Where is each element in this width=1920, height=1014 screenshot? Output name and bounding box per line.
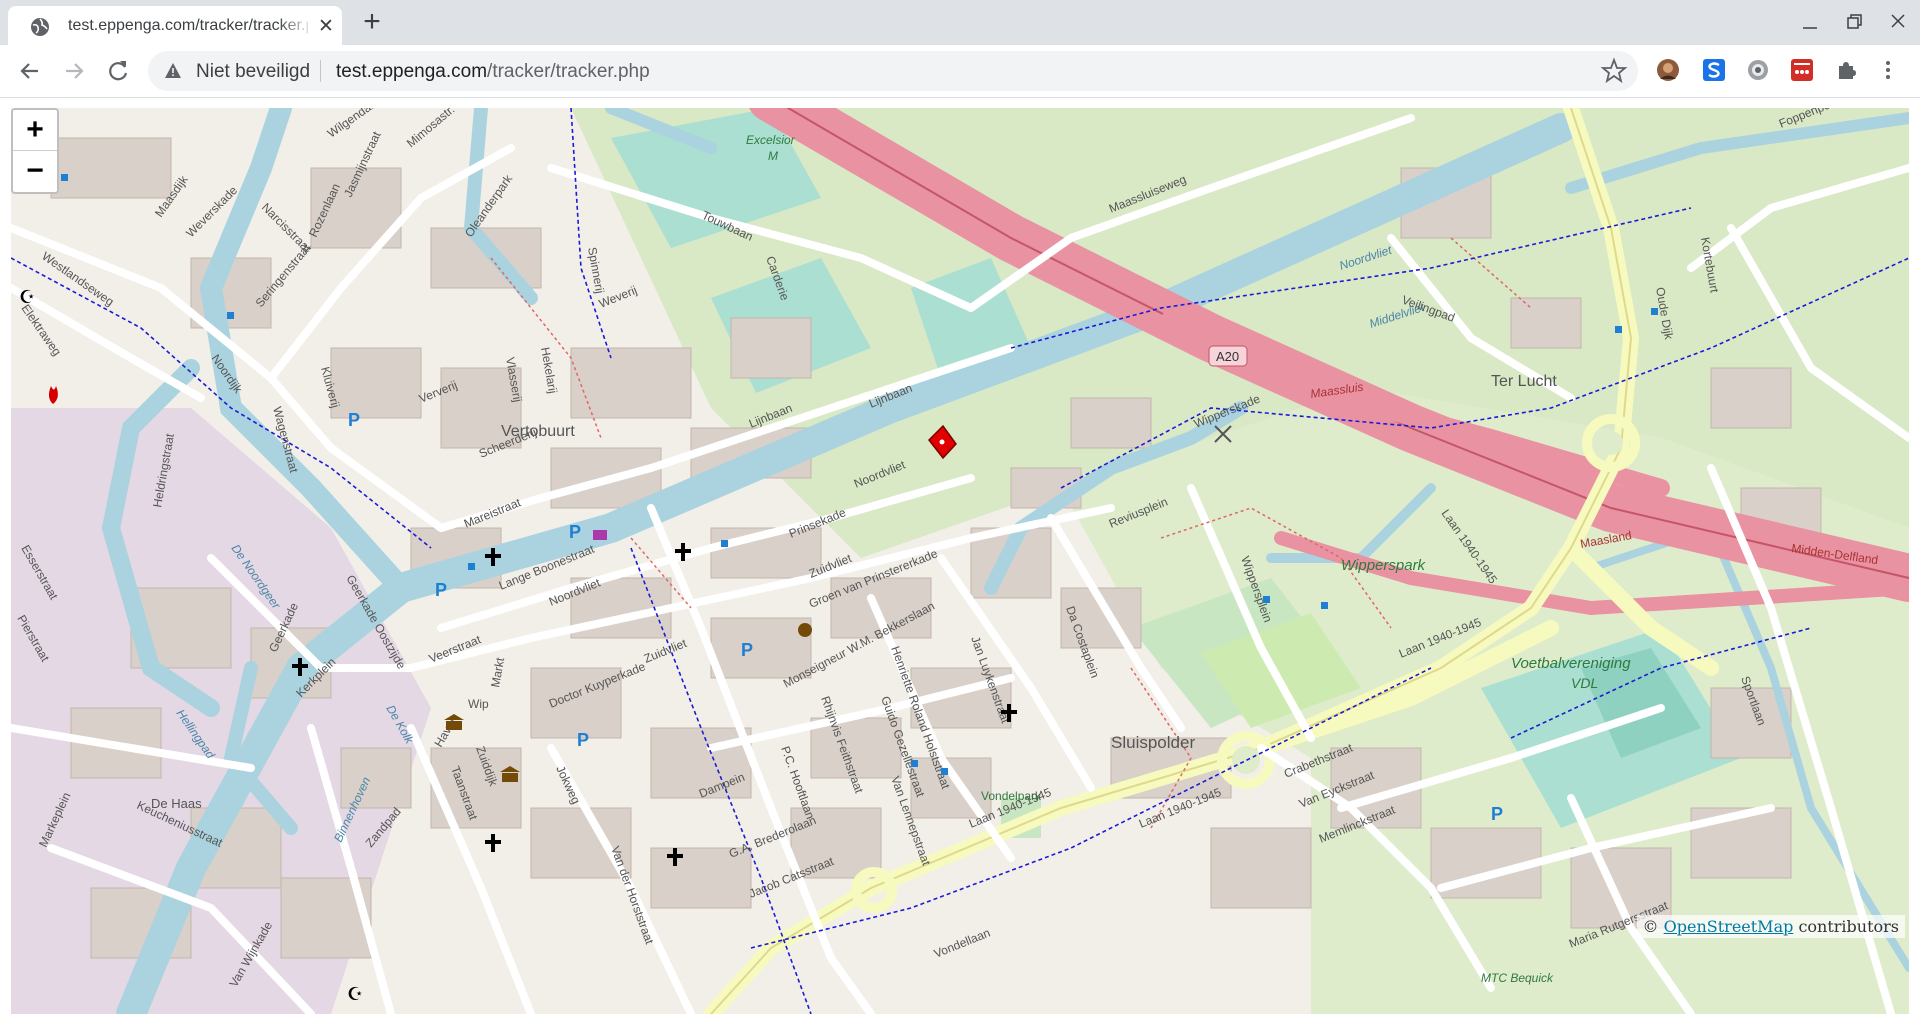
close-window-icon[interactable] [1878,6,1918,38]
url-host: test.eppenga.com [336,61,488,82]
s-extension-icon[interactable] [1702,58,1726,82]
back-icon[interactable] [14,55,46,87]
bus-stop-icon [227,312,234,319]
puzzle-icon[interactable] [1834,58,1858,82]
label-road_a20: A20 [1216,349,1239,364]
bus-stop-icon [1615,326,1622,333]
label-place_3: Sluispolder [1111,733,1195,752]
label-place_4: Wipperspark [1341,557,1427,574]
active-tab[interactable]: test.eppenga.com/tracker/tracker.php ✕ [8,6,342,45]
lastpass-extension-icon[interactable] [1790,58,1814,82]
parking-icon: P [348,410,360,430]
label-place_6: VDL [1571,675,1598,691]
avatar-extension-icon[interactable] [1656,58,1680,82]
tab-fade [278,12,314,40]
bus-stop-icon [721,540,728,547]
kebab-menu-icon[interactable] [1876,58,1900,82]
attribution-copyright: © [1642,917,1659,936]
parking-icon: P [741,640,753,660]
minimize-icon[interactable] [1790,6,1830,38]
label-place_9: MTC Bequick [1481,971,1554,985]
attribution-suffix: contributors [1798,917,1899,936]
label-place_2: Ter Lucht [1491,373,1557,390]
map-tiles: Vertobuurt Ter Lucht Sluispolder Wippers… [11,108,1909,1014]
close-icon[interactable]: ✕ [314,15,338,39]
address-bar[interactable]: Niet beveiligd test.eppenga.com/tracker/… [148,51,1638,91]
bus-stop-icon [1321,602,1328,609]
zoom-control: + − [11,108,59,194]
a20-shield: A20 [1208,345,1248,367]
map-attribution: © OpenStreetMap contributors [1636,915,1905,938]
label-place_5: Voetbalvereniging [1511,655,1631,672]
bus-stop-icon [61,174,68,181]
tab-title: test.eppenga.com/tracker/tracker.php [68,17,308,34]
restore-icon[interactable] [1834,6,1874,38]
parking-icon: P [577,730,589,750]
gear-extension-icon[interactable] [1746,58,1770,82]
tab-strip: test.eppenga.com/tracker/tracker.php ✕ + [0,0,1920,45]
bus-stop-icon [1651,308,1658,315]
shop-icon [593,530,607,540]
globe-icon [31,18,49,36]
security-label[interactable]: Niet beveiligd [196,61,310,83]
star-icon[interactable] [1600,57,1628,85]
parking-icon: P [569,522,581,542]
warning-icon [165,63,181,78]
openstreetmap-link[interactable]: OpenStreetMap [1664,917,1794,936]
reload-icon[interactable] [102,55,134,87]
map-container[interactable]: Vertobuurt Ter Lucht Sluispolder Wippers… [11,108,1909,1014]
forward-icon[interactable] [58,55,90,87]
label-place_10: Excelsior [746,133,796,147]
omnibox-separator [320,60,321,82]
url-path: /tracker/tracker.php [487,61,650,82]
label-street_25: Wip [468,697,489,711]
bus-stop-icon [941,768,948,775]
zoom-in-button[interactable]: + [13,110,57,150]
zoom-out-button[interactable]: − [13,150,57,191]
parking-icon: P [1491,804,1503,824]
bus-stop-icon [911,760,918,767]
svg-text:☪: ☪ [347,984,363,1004]
parking-icon: P [435,580,447,600]
toolbar: Niet beveiligd test.eppenga.com/tracker/… [0,45,1920,98]
bus-stop-icon [1263,596,1270,603]
url-text[interactable]: test.eppenga.com/tracker/tracker.php [336,61,650,83]
theatre-icon [798,623,812,637]
svg-text:☪: ☪ [19,287,35,307]
bus-stop-icon [468,563,475,570]
plus-icon[interactable]: + [354,6,390,38]
label-place_11: M [768,149,778,163]
